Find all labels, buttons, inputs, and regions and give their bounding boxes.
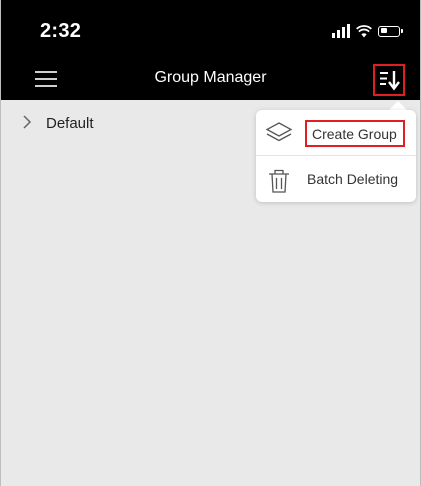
popover-arrow bbox=[389, 101, 407, 110]
batch-deleting-label: Batch Deleting bbox=[307, 171, 399, 187]
trash-icon bbox=[269, 169, 289, 193]
batch-deleting-menu-item[interactable]: Batch Deleting bbox=[256, 156, 416, 201]
group-label: Default bbox=[46, 115, 94, 132]
wifi-icon bbox=[356, 24, 372, 37]
create-group-menu-item[interactable]: Create Group bbox=[256, 110, 416, 155]
sort-button[interactable] bbox=[373, 64, 405, 96]
navigation-bar: Group Manager bbox=[1, 58, 420, 100]
sort-descending-icon bbox=[380, 71, 400, 91]
app-screen: 2:32 Group Manager Default Create Group … bbox=[0, 0, 421, 486]
battery-icon bbox=[378, 25, 403, 37]
status-icons bbox=[332, 23, 403, 39]
create-group-highlight: Create Group bbox=[305, 120, 405, 147]
page-title: Group Manager bbox=[154, 69, 267, 86]
signal-icon bbox=[332, 24, 350, 38]
status-bar: 2:32 bbox=[1, 0, 420, 58]
create-group-label: Create Group bbox=[312, 126, 397, 142]
status-time: 2:32 bbox=[40, 20, 82, 42]
chevron-right-icon bbox=[23, 115, 32, 129]
popover-menu: Create Group Batch Deleting bbox=[256, 110, 416, 202]
layers-icon bbox=[265, 122, 293, 142]
